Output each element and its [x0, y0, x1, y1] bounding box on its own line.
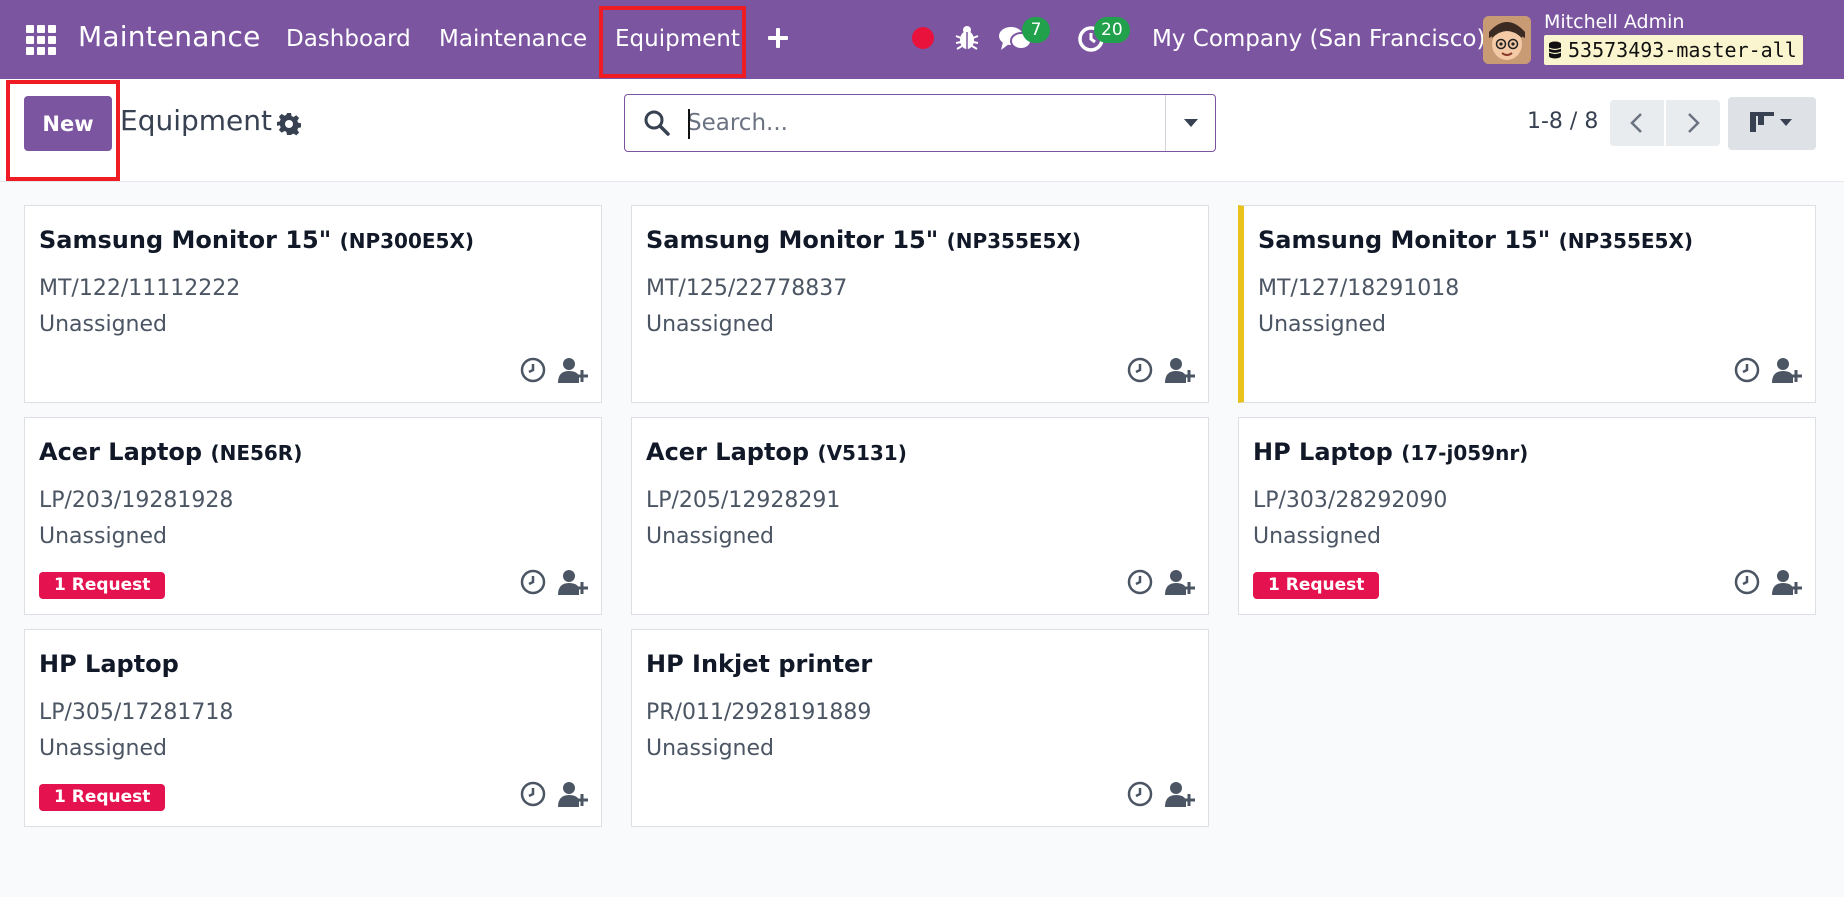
card-model: (NP355E5X)	[1558, 229, 1694, 253]
search-box	[624, 94, 1216, 152]
bug-icon[interactable]	[954, 23, 980, 51]
equipment-card[interactable]: HP Laptop LP/305/17281718 Unassigned 1 R…	[24, 629, 602, 827]
gear-icon[interactable]	[277, 112, 301, 136]
card-serial: LP/305/17281718	[39, 700, 234, 725]
card-serial: MT/122/11112222	[39, 276, 241, 301]
card-owner: Unassigned	[646, 312, 774, 337]
database-icon	[1548, 41, 1562, 59]
card-owner: Unassigned	[39, 736, 167, 761]
request-badge[interactable]: 1 Request	[1253, 572, 1380, 599]
activity-clock-icon[interactable]	[519, 780, 547, 808]
card-serial: PR/011/2928191889	[646, 700, 872, 725]
card-model: (NP300E5X)	[339, 229, 475, 253]
menu-maintenance[interactable]: Maintenance	[439, 26, 587, 52]
avatar[interactable]	[1483, 16, 1531, 64]
page-title: Equipment	[120, 104, 272, 137]
equipment-card[interactable]: Samsung Monitor 15" (NP355E5X) MT/125/22…	[631, 205, 1209, 403]
card-title: Samsung Monitor 15" (NP355E5X)	[1258, 226, 1694, 254]
messages-badge: 7	[1022, 17, 1050, 43]
assign-user-icon[interactable]	[1772, 568, 1802, 596]
company-switcher[interactable]: My Company (San Francisco)	[1152, 26, 1485, 52]
activity-clock-icon[interactable]	[1126, 780, 1154, 808]
request-badge[interactable]: 1 Request	[39, 784, 166, 811]
app-grid-icon[interactable]	[26, 25, 56, 55]
kanban-view-icon	[1750, 112, 1792, 132]
equipment-card[interactable]: HP Laptop (17-j059nr) LP/303/28292090 Un…	[1238, 417, 1816, 615]
card-title: Samsung Monitor 15" (NP300E5X)	[39, 226, 475, 254]
database-chip: 53573493-master-all	[1544, 35, 1803, 65]
card-owner: Unassigned	[1253, 524, 1381, 549]
card-owner: Unassigned	[646, 524, 774, 549]
card-owner: Unassigned	[646, 736, 774, 761]
activity-clock-icon[interactable]	[1126, 568, 1154, 596]
pager-previous-button[interactable]	[1610, 100, 1664, 146]
card-serial: MT/127/18291018	[1258, 276, 1460, 301]
card-title: HP Inkjet printer	[646, 650, 873, 678]
card-owner: Unassigned	[39, 524, 167, 549]
activity-clock-icon[interactable]	[519, 356, 547, 384]
activity-clock-icon[interactable]	[519, 568, 547, 596]
equipment-card[interactable]: Samsung Monitor 15" (NP355E5X) MT/127/18…	[1238, 205, 1816, 403]
search-icon	[644, 110, 670, 136]
equipment-card[interactable]: Samsung Monitor 15" (NP300E5X) MT/122/11…	[24, 205, 602, 403]
card-serial: LP/203/19281928	[39, 488, 234, 513]
view-switcher[interactable]	[1728, 97, 1816, 150]
pager-value[interactable]: 1-8 / 8	[1527, 109, 1598, 134]
activities-badge: 20	[1094, 17, 1130, 43]
assign-user-icon[interactable]	[558, 568, 588, 596]
assign-user-icon[interactable]	[558, 780, 588, 808]
user-name[interactable]: Mitchell Admin	[1544, 11, 1684, 33]
equipment-card[interactable]: HP Inkjet printer PR/011/2928191889 Unas…	[631, 629, 1209, 827]
card-title: Samsung Monitor 15" (NP355E5X)	[646, 226, 1082, 254]
text-caret	[688, 109, 690, 139]
search-options-toggle[interactable]	[1165, 95, 1215, 151]
card-serial: MT/125/22778837	[646, 276, 848, 301]
card-title: HP Laptop (17-j059nr)	[1253, 438, 1529, 466]
card-owner: Unassigned	[1258, 312, 1386, 337]
app-brand[interactable]: Maintenance	[78, 20, 261, 53]
record-icon[interactable]	[912, 27, 934, 49]
search-input[interactable]	[687, 103, 1187, 143]
card-model: (NE56R)	[210, 441, 303, 465]
card-model: (V5131)	[817, 441, 907, 465]
request-badge[interactable]: 1 Request	[39, 572, 166, 599]
assign-user-icon[interactable]	[1165, 356, 1195, 384]
card-title: Acer Laptop (NE56R)	[39, 438, 303, 466]
pager-next-button[interactable]	[1666, 100, 1720, 146]
top-navbar: Maintenance Dashboard Maintenance Equipm…	[0, 0, 1844, 79]
card-model: (NP355E5X)	[946, 229, 1082, 253]
card-title: Acer Laptop (V5131)	[646, 438, 907, 466]
card-owner: Unassigned	[39, 312, 167, 337]
card-title: HP Laptop	[39, 650, 179, 678]
card-model: (17-j059nr)	[1401, 441, 1529, 465]
assign-user-icon[interactable]	[558, 356, 588, 384]
new-button-highlight	[6, 80, 120, 181]
menu-equipment-highlight	[599, 6, 746, 78]
database-name: 53573493-master-all	[1568, 38, 1797, 62]
activity-clock-icon[interactable]	[1126, 356, 1154, 384]
assign-user-icon[interactable]	[1165, 780, 1195, 808]
equipment-card[interactable]: Acer Laptop (NE56R) LP/203/19281928 Unas…	[24, 417, 602, 615]
equipment-card[interactable]: Acer Laptop (V5131) LP/205/12928291 Unas…	[631, 417, 1209, 615]
plus-icon[interactable]	[766, 22, 792, 52]
assign-user-icon[interactable]	[1772, 356, 1802, 384]
menu-dashboard[interactable]: Dashboard	[286, 26, 411, 52]
activity-clock-icon[interactable]	[1733, 568, 1761, 596]
chevron-left-icon	[1630, 113, 1642, 133]
card-serial: LP/303/28292090	[1253, 488, 1448, 513]
card-serial: LP/205/12928291	[646, 488, 841, 513]
chevron-right-icon	[1688, 113, 1700, 133]
activity-clock-icon[interactable]	[1733, 356, 1761, 384]
assign-user-icon[interactable]	[1165, 568, 1195, 596]
